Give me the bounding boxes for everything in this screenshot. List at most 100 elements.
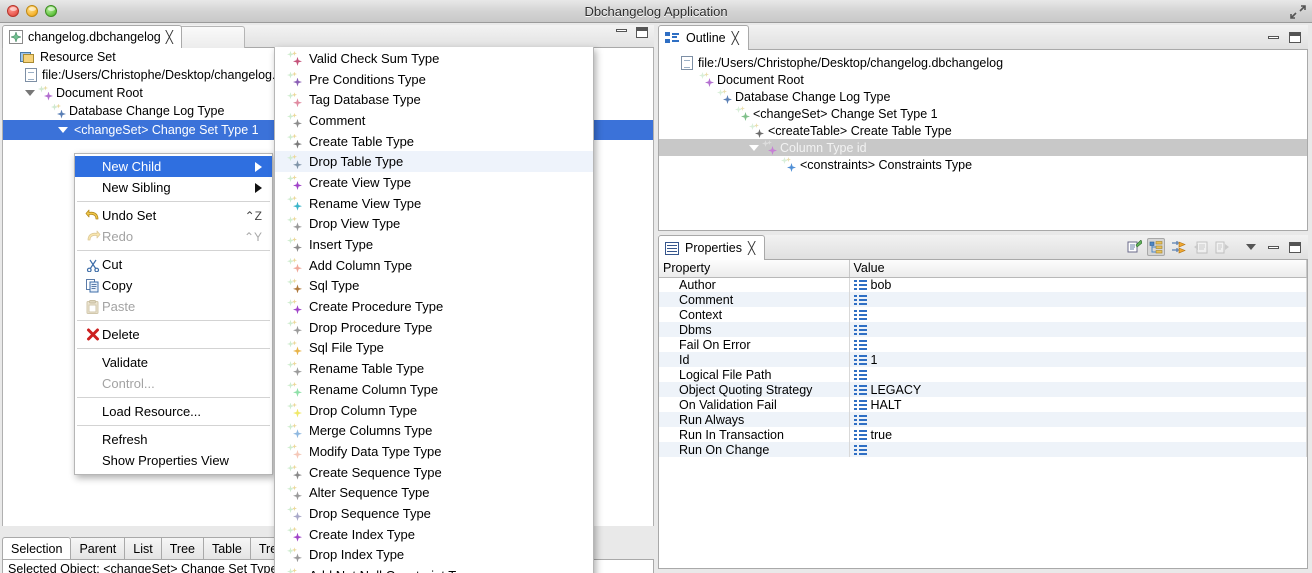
submenu-item[interactable]: Insert Type xyxy=(275,234,593,255)
property-value[interactable] xyxy=(849,442,1307,457)
properties-table-container[interactable]: Property Value Author bob Comment Context… xyxy=(658,260,1308,569)
minimize-icon[interactable] xyxy=(616,29,627,32)
view-menu-icon[interactable] xyxy=(1242,238,1260,256)
submenu-item[interactable]: Drop Column Type xyxy=(275,400,593,421)
tab-table[interactable]: Table xyxy=(203,537,251,559)
submenu-item[interactable]: Comment xyxy=(275,110,593,131)
submenu-item[interactable]: Alter Sequence Type xyxy=(275,482,593,503)
table-row[interactable]: Run Always xyxy=(659,412,1307,427)
menu-item-cut[interactable]: Cut xyxy=(75,254,272,275)
submenu-item[interactable]: Sql File Type xyxy=(275,338,593,359)
outline-row[interactable]: <changeSet> Change Set Type 1 xyxy=(659,105,1307,122)
close-icon[interactable]: ╳ xyxy=(732,31,739,45)
minimize-window-button[interactable] xyxy=(26,5,38,17)
submenu-item[interactable]: Drop Procedure Type xyxy=(275,317,593,338)
close-icon[interactable]: ╳ xyxy=(166,30,173,44)
submenu-item[interactable]: Valid Check Sum Type xyxy=(275,48,593,69)
tab-parent[interactable]: Parent xyxy=(71,537,126,559)
collapse-twisty-icon[interactable] xyxy=(749,144,759,151)
menu-item-show-properties-view[interactable]: Show Properties View xyxy=(75,450,272,471)
tab-outline[interactable]: Outline ╳ xyxy=(658,25,749,50)
table-row[interactable]: Context xyxy=(659,307,1307,322)
editor-tab-changelog[interactable]: changelog.dbchangelog ╳ xyxy=(2,25,182,48)
close-window-button[interactable] xyxy=(7,5,19,17)
submenu-item[interactable]: Create Table Type xyxy=(275,131,593,152)
submenu-item[interactable]: Create Index Type xyxy=(275,524,593,545)
submenu-item[interactable]: Modify Data Type Type xyxy=(275,441,593,462)
menu-item-new-child[interactable]: New Child xyxy=(75,156,272,177)
submenu-item[interactable]: Create Procedure Type xyxy=(275,296,593,317)
show-categories-icon[interactable] xyxy=(1147,238,1165,256)
table-row[interactable]: Dbms xyxy=(659,322,1307,337)
collapse-twisty-icon[interactable] xyxy=(58,127,68,133)
submenu-item[interactable]: Tag Database Type xyxy=(275,89,593,110)
outline-row[interactable]: Database Change Log Type xyxy=(659,88,1307,105)
column-header-property[interactable]: Property xyxy=(659,260,850,278)
submenu-item[interactable]: Rename Table Type xyxy=(275,358,593,379)
new-child-submenu[interactable]: Valid Check Sum Type Pre Conditions Type T… xyxy=(274,47,594,573)
property-value[interactable]: LEGACY xyxy=(849,382,1307,397)
outline-row[interactable]: <constraints> Constraints Type xyxy=(659,156,1307,173)
property-value[interactable]: 1 xyxy=(849,352,1307,367)
show-advanced-icon[interactable] xyxy=(1169,238,1187,256)
submenu-item[interactable]: Drop Index Type xyxy=(275,545,593,566)
tab-tree[interactable]: Tree xyxy=(161,537,204,559)
table-row[interactable]: Logical File Path xyxy=(659,367,1307,382)
property-value[interactable] xyxy=(849,307,1307,322)
outline-row[interactable]: file:/Users/Christophe/Desktop/changelog… xyxy=(659,54,1307,71)
menu-item-refresh[interactable]: Refresh xyxy=(75,429,272,450)
expand-twisty-icon[interactable] xyxy=(25,90,35,96)
property-value[interactable] xyxy=(849,322,1307,337)
property-value[interactable]: HALT xyxy=(849,397,1307,412)
submenu-item[interactable]: Rename View Type xyxy=(275,193,593,214)
submenu-item[interactable]: Sql Type xyxy=(275,276,593,297)
new-properties-view-icon[interactable] xyxy=(1125,238,1143,256)
table-row[interactable]: Run On Change xyxy=(659,442,1307,457)
menu-item-new-sibling[interactable]: New Sibling xyxy=(75,177,272,198)
maximize-icon[interactable] xyxy=(1286,238,1304,256)
submenu-item[interactable]: Merge Columns Type xyxy=(275,420,593,441)
table-row[interactable]: Author bob xyxy=(659,277,1307,292)
submenu-item[interactable]: Drop Sequence Type xyxy=(275,503,593,524)
table-row[interactable]: Run In Transaction true xyxy=(659,427,1307,442)
tab-properties[interactable]: Properties ╳ xyxy=(658,235,766,260)
close-icon[interactable]: ╳ xyxy=(748,241,755,255)
outline-row[interactable]: <createTable> Create Table Type xyxy=(659,122,1307,139)
minimize-icon[interactable] xyxy=(1264,238,1282,256)
property-value[interactable]: bob xyxy=(849,277,1307,292)
property-value[interactable] xyxy=(849,292,1307,307)
submenu-item[interactable]: Pre Conditions Type xyxy=(275,69,593,90)
submenu-item[interactable]: Add Not Null Constraint Type xyxy=(275,565,593,573)
submenu-item[interactable]: Drop Table Type xyxy=(275,151,593,173)
minimize-icon[interactable] xyxy=(1264,28,1282,46)
submenu-item[interactable]: Create Sequence Type xyxy=(275,462,593,483)
submenu-item[interactable]: Rename Column Type xyxy=(275,379,593,400)
submenu-item[interactable]: Add Column Type xyxy=(275,255,593,276)
outline-row-selected[interactable]: Column Type id xyxy=(659,139,1307,156)
table-row[interactable]: Id 1 xyxy=(659,352,1307,367)
outline-tree[interactable]: file:/Users/Christophe/Desktop/changelog… xyxy=(658,50,1308,231)
property-value[interactable]: true xyxy=(849,427,1307,442)
tab-selection[interactable]: Selection xyxy=(2,537,72,559)
menu-item-undo-set[interactable]: Undo Set ⌃Z xyxy=(75,205,272,226)
property-value[interactable] xyxy=(849,412,1307,427)
maximize-icon[interactable] xyxy=(636,27,648,38)
column-header-value[interactable]: Value xyxy=(849,260,1307,278)
table-row[interactable]: On Validation Fail HALT xyxy=(659,397,1307,412)
context-menu[interactable]: New Child New Sibling Undo Set ⌃Z Redo ⌃… xyxy=(74,153,273,475)
zoom-window-button[interactable] xyxy=(45,5,57,17)
table-row[interactable]: Comment xyxy=(659,292,1307,307)
expand-arrows-icon[interactable] xyxy=(1288,3,1308,21)
tab-list[interactable]: List xyxy=(125,537,162,559)
table-row[interactable]: Object Quoting Strategy LEGACY xyxy=(659,382,1307,397)
property-value[interactable] xyxy=(849,337,1307,352)
outline-row[interactable]: Document Root xyxy=(659,71,1307,88)
submenu-item[interactable]: Create View Type xyxy=(275,172,593,193)
maximize-icon[interactable] xyxy=(1286,28,1304,46)
menu-item-load-resource[interactable]: Load Resource... xyxy=(75,401,272,422)
table-row[interactable]: Fail On Error xyxy=(659,337,1307,352)
menu-item-validate[interactable]: Validate xyxy=(75,352,272,373)
menu-item-copy[interactable]: Copy xyxy=(75,275,272,296)
property-value[interactable] xyxy=(849,367,1307,382)
menu-item-delete[interactable]: Delete xyxy=(75,324,272,345)
